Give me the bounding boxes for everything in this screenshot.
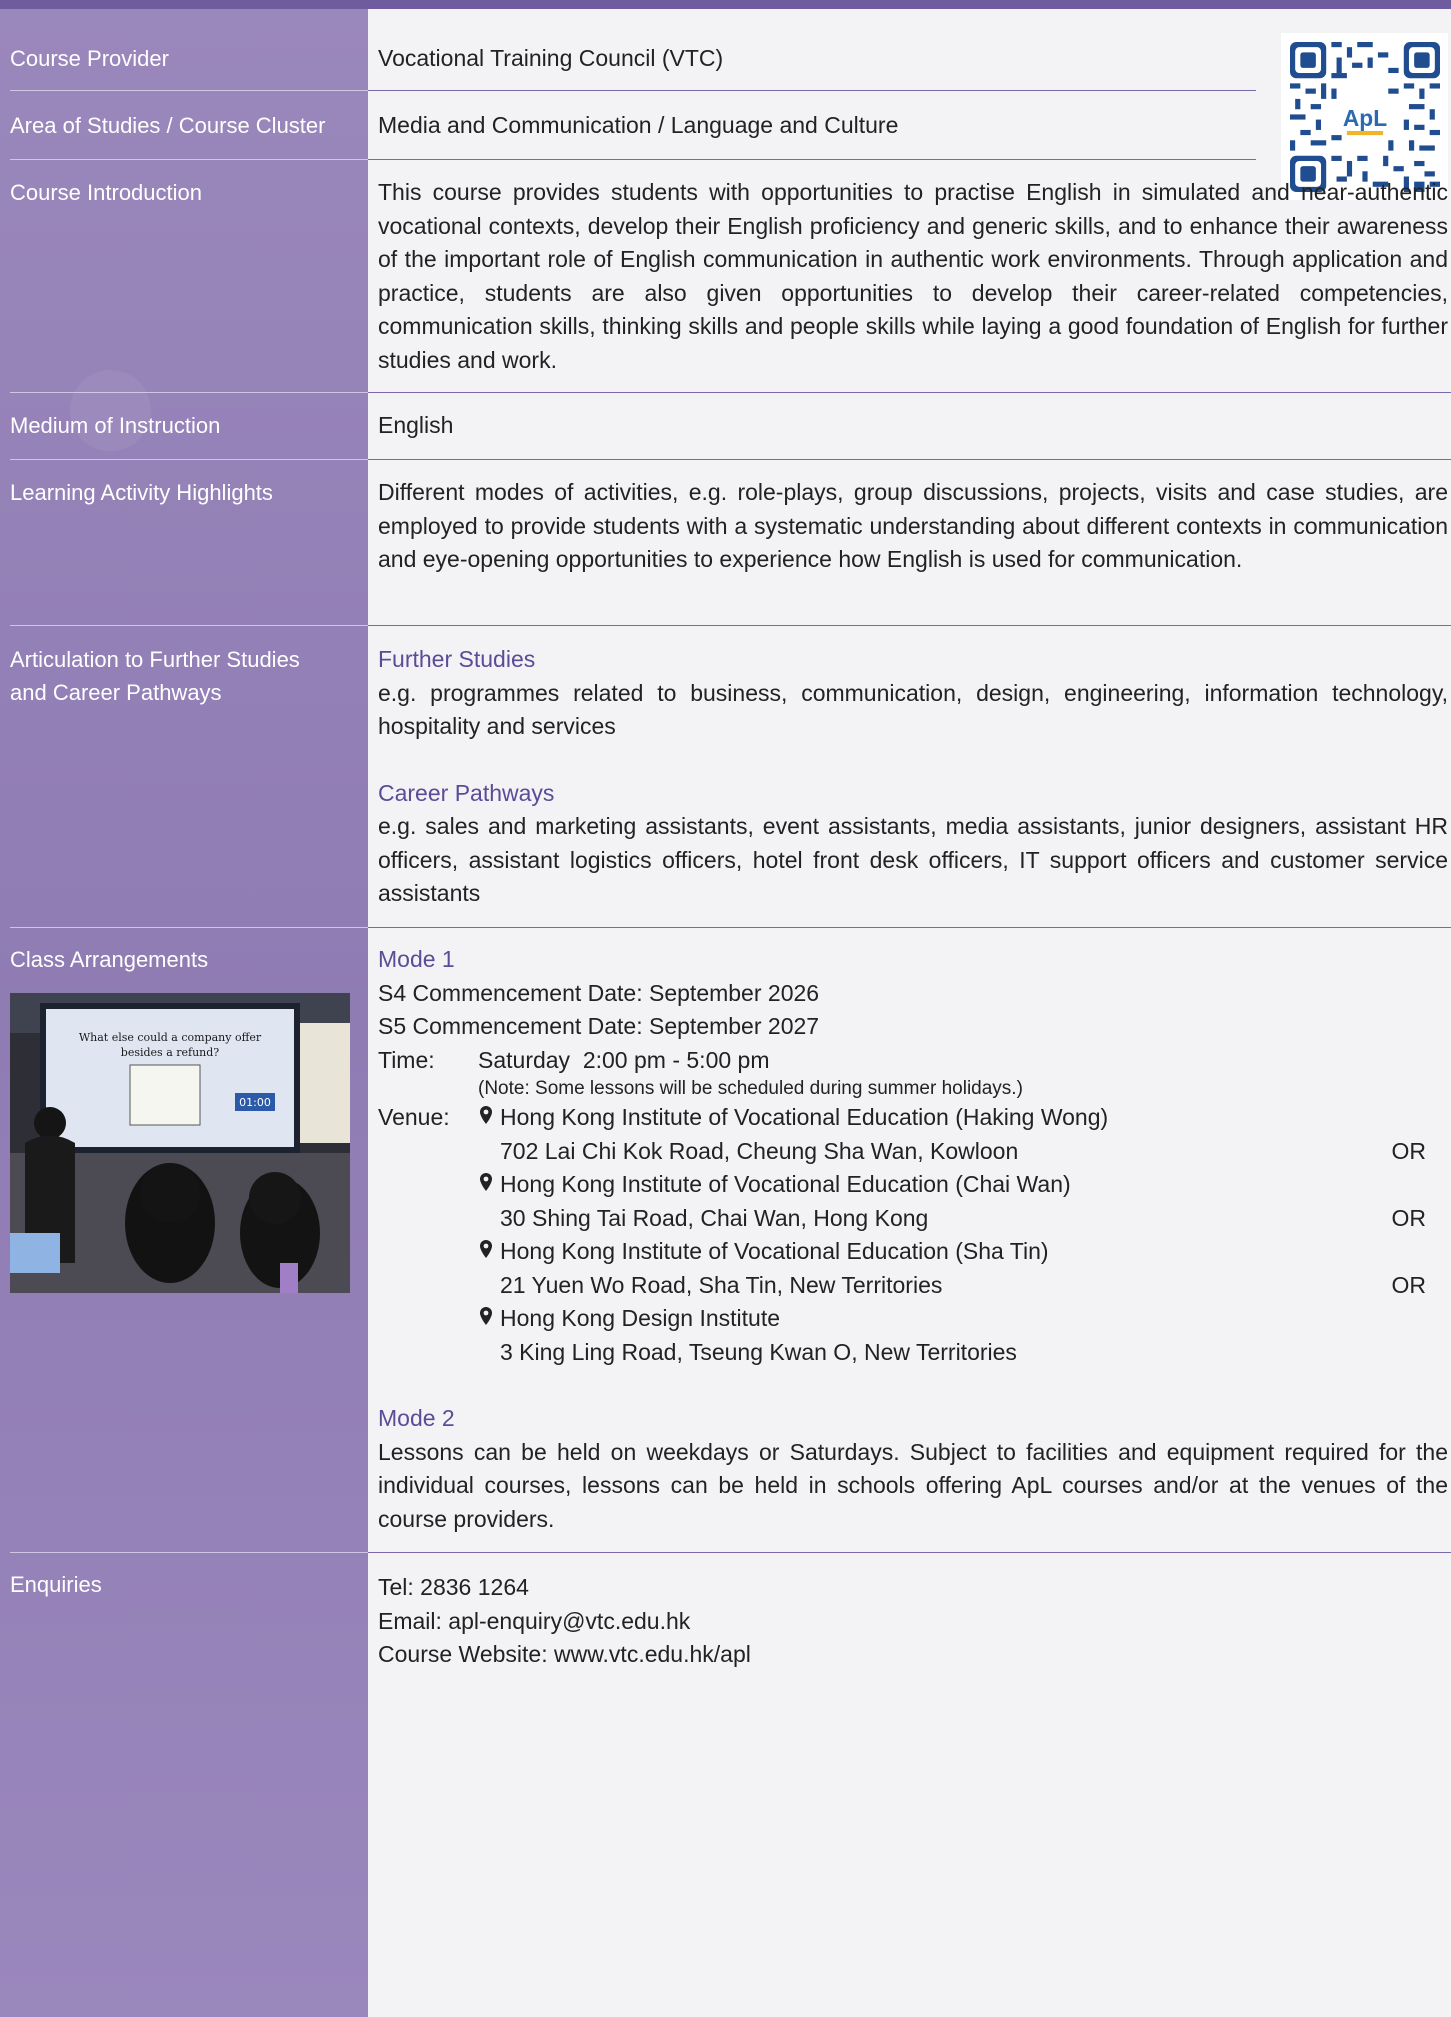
divider xyxy=(10,90,368,91)
label-course-introduction: Course Introduction xyxy=(10,180,202,205)
time-value: Saturday 2:00 pm - 5:00 pm xyxy=(478,1046,770,1073)
divider xyxy=(368,927,1451,928)
label-articulation-line1: Articulation to Further Studies xyxy=(10,647,300,672)
divider xyxy=(368,90,1256,91)
location-pin-icon xyxy=(478,1302,500,1336)
mode1-title: Mode 1 xyxy=(378,946,455,972)
divider xyxy=(10,625,368,626)
enquiries-website[interactable]: Course Website: www.vtc.edu.hk/apl xyxy=(378,1638,751,1672)
venue-name: Hong Kong Institute of Vocational Educat… xyxy=(500,1104,1109,1130)
location-pin-icon xyxy=(478,1101,500,1135)
venue-name: Hong Kong Design Institute xyxy=(500,1305,781,1331)
enquiries-tel[interactable]: Tel: 2836 1264 xyxy=(378,1571,751,1605)
venue-list: Hong Kong Institute of Vocational Educat… xyxy=(478,1101,1448,1369)
venue-item: Hong Kong Institute of Vocational Educat… xyxy=(478,1235,1448,1302)
venue-or: OR xyxy=(1391,1271,1427,1298)
further-studies-title: Further Studies xyxy=(378,646,536,672)
label-area-of-studies: Area of Studies / Course Cluster xyxy=(10,113,326,138)
label-medium: Medium of Instruction xyxy=(10,413,221,438)
venue-key: Venue: xyxy=(378,1104,450,1130)
venue-name: Hong Kong Institute of Vocational Educat… xyxy=(500,1171,1071,1197)
enquiries-email[interactable]: Email: apl-enquiry@vtc.edu.hk xyxy=(378,1605,751,1639)
venue-address: 3 King Ling Road, Tseung Kwan O, New Ter… xyxy=(500,1338,1017,1365)
venue-item: Hong Kong Design Institute 3 King Ling R… xyxy=(478,1302,1448,1369)
time-key: Time: xyxy=(378,1046,435,1073)
divider xyxy=(368,625,1451,626)
mode2-text: Lessons can be held on weekdays or Satur… xyxy=(378,1438,1448,1532)
divider xyxy=(10,459,368,460)
venue-item: Hong Kong Institute of Vocational Educat… xyxy=(478,1168,1448,1235)
screen-question-line2: besides a refund? xyxy=(121,1046,220,1059)
divider xyxy=(10,1552,368,1553)
screen-question-line1: What else could a company offer xyxy=(79,1031,262,1044)
venue-or: OR xyxy=(1391,1137,1427,1164)
venue-row: Venue: Hong Kong Institute of Vocational… xyxy=(378,1101,1448,1369)
label-highlights: Learning Activity Highlights xyxy=(10,480,273,505)
time-note: (Note: Some lessons will be scheduled du… xyxy=(478,1078,1023,1099)
course-introduction-body: This course provides students with oppor… xyxy=(378,179,1448,373)
top-bar xyxy=(0,0,1451,9)
medium-value: English xyxy=(378,412,454,438)
label-enquiries: Enquiries xyxy=(10,1572,102,1597)
venue-item: Hong Kong Institute of Vocational Educat… xyxy=(478,1101,1448,1168)
location-pin-icon xyxy=(478,1168,500,1202)
venue-address: 21 Yuen Wo Road, Sha Tin, New Territorie… xyxy=(500,1271,943,1298)
highlights-text: Different modes of activities, e.g. role… xyxy=(378,479,1448,572)
qr-code[interactable]: ApL xyxy=(1281,33,1448,200)
mode2-title: Mode 2 xyxy=(378,1405,455,1431)
divider xyxy=(10,927,368,928)
divider xyxy=(368,392,1451,393)
venue-address: 30 Shing Tai Road, Chai Wan, Hong Kong xyxy=(500,1204,929,1231)
course-introduction-text: This course provides students with oppor… xyxy=(378,176,1448,377)
venue-address: 702 Lai Chi Kok Road, Cheung Sha Wan, Ko… xyxy=(500,1137,1019,1164)
further-studies-text: e.g. programmes related to business, com… xyxy=(378,679,1448,740)
s5-commencement: S5 Commencement Date: September 2027 xyxy=(378,1013,820,1039)
venue-or: OR xyxy=(1391,1204,1427,1231)
area-of-studies-value: Media and Communication / Language and C… xyxy=(378,112,899,138)
divider xyxy=(10,392,368,393)
location-pin-icon xyxy=(478,1235,500,1269)
classroom-photo: What else could a company offer besides … xyxy=(10,993,350,1293)
career-pathways-title: Career Pathways xyxy=(378,779,555,806)
timer-text: 01:00 xyxy=(239,1096,271,1109)
divider xyxy=(368,159,1256,160)
venue-name: Hong Kong Institute of Vocational Educat… xyxy=(500,1238,1049,1264)
articulation-section: Further Studies e.g. programmes related … xyxy=(378,643,1448,911)
time-row: Time: Saturday 2:00 pm - 5:00 pm (Note: … xyxy=(378,1044,1448,1102)
divider xyxy=(368,1552,1451,1553)
enquiries-section: Tel: 2836 1264 Email: apl-enquiry@vtc.ed… xyxy=(378,1571,751,1672)
label-articulation: Articulation to Further Studies and Care… xyxy=(10,643,300,709)
class-arrangements-section: Mode 1 S4 Commencement Date: September 2… xyxy=(378,943,1448,1536)
career-pathways-text: e.g. sales and marketing assistants, eve… xyxy=(378,813,1448,906)
s4-commencement: S4 Commencement Date: September 2026 xyxy=(378,979,820,1006)
qr-badge-text: ApL xyxy=(1342,104,1386,130)
divider xyxy=(368,459,1451,460)
course-provider-value: Vocational Training Council (VTC) xyxy=(378,45,724,71)
label-course-provider: Course Provider xyxy=(10,46,169,71)
divider xyxy=(10,159,368,160)
qr-code-icon: ApL xyxy=(1289,41,1440,192)
label-class-arrangements: Class Arrangements xyxy=(10,947,209,972)
label-articulation-line2: and Career Pathways xyxy=(10,680,222,705)
